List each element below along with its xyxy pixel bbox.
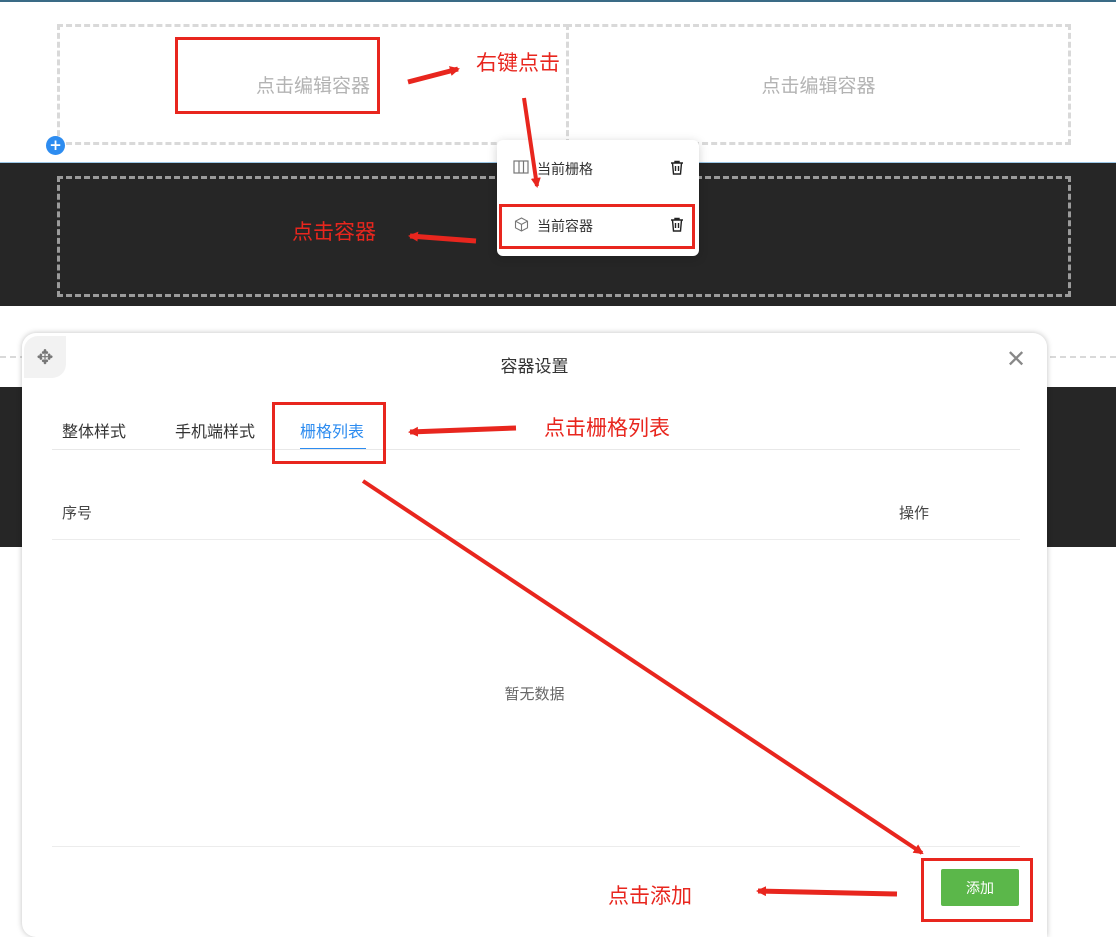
- table-header-divider: [52, 539, 1020, 540]
- highlight-box-grid-list-tab: [272, 402, 386, 464]
- edit-container-cell-right[interactable]: 点击编辑容器: [566, 24, 1071, 145]
- trash-icon[interactable]: [669, 160, 685, 179]
- columns-icon: [511, 160, 531, 178]
- dialog-title: 容器设置: [500, 357, 569, 377]
- tab-overall-style[interactable]: 整体样式: [62, 418, 126, 442]
- table-empty-text: 暂无数据: [504, 685, 565, 703]
- table-header-actions: 操作: [899, 504, 930, 522]
- top-border-line: [0, 0, 1116, 2]
- context-menu-item-current-grid[interactable]: 当前栅格: [497, 146, 699, 192]
- context-menu-item-label: 当前栅格: [537, 162, 593, 178]
- annotation-right-click: 右键点击: [476, 51, 560, 75]
- highlight-box-add-button: [921, 858, 1033, 922]
- highlight-box-current-container: [499, 204, 695, 249]
- annotation-click-add: 点击添加: [608, 884, 692, 908]
- table-bottom-divider: [52, 846, 1020, 847]
- annotation-click-container: 点击容器: [292, 220, 376, 244]
- tabs-divider: [52, 449, 1020, 450]
- close-icon[interactable]: ✕: [1004, 347, 1028, 371]
- add-row-button[interactable]: +: [46, 136, 65, 155]
- edit-container-cell-right-text: 点击编辑容器: [761, 75, 876, 97]
- table-header-index: 序号: [62, 504, 93, 522]
- annotation-click-grid-list: 点击栅格列表: [544, 416, 670, 440]
- highlight-box-edit-cell: [175, 37, 380, 114]
- tab-mobile-style[interactable]: 手机端样式: [175, 418, 255, 442]
